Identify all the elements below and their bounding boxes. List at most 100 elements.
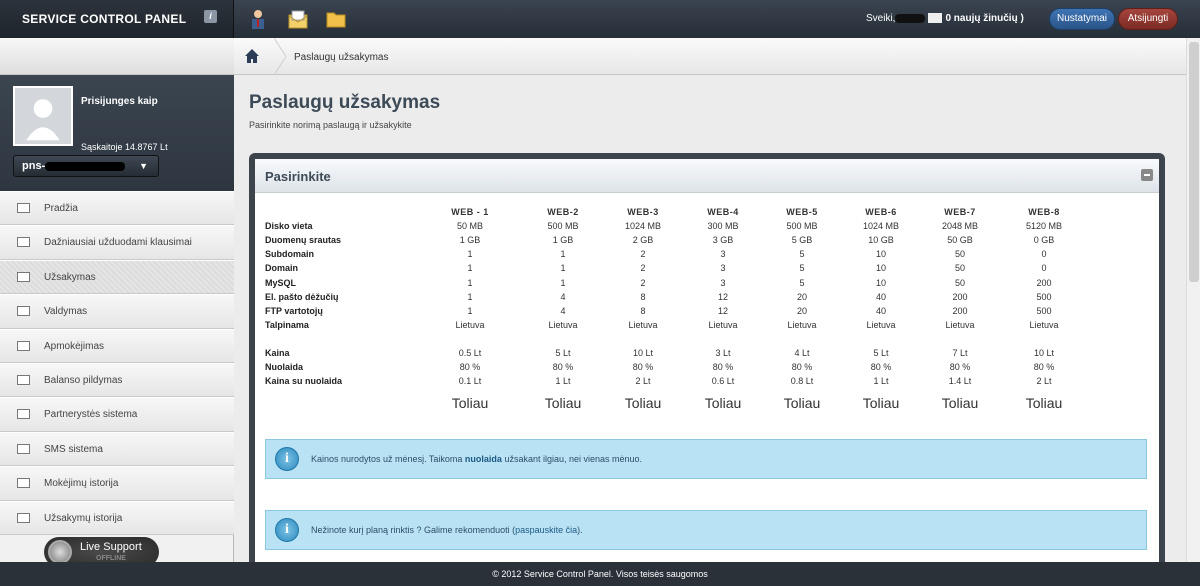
window-icon	[17, 512, 30, 523]
table-cell: 12	[717, 291, 728, 302]
table-cell: 4 Lt	[794, 347, 810, 358]
panel-title: Pasirinkite	[265, 169, 331, 184]
price-row: Kaina su nuolaida 0.1 Lt 1 Lt 2 Lt 0.6 L…	[265, 374, 1087, 388]
table-row: Talpinama Lietuva Lietuva Lietuva Lietuv…	[265, 318, 1087, 332]
table-cell: 10	[875, 277, 886, 288]
recommendation-link[interactable]: paspauskite čia	[515, 525, 577, 535]
table-cell: 8	[640, 305, 646, 316]
breadcrumb-current: Paslaugų užsakymas	[294, 52, 389, 63]
window-icon	[17, 443, 30, 454]
table-cell: 80 %	[459, 362, 481, 373]
table-cell: 10 Lt	[632, 347, 654, 358]
table-cell: 1 Lt	[873, 376, 889, 387]
nav-item-mokejimu-istorija[interactable]: Mokėjimų istorija	[0, 466, 234, 501]
table-cell: 5 Lt	[873, 347, 889, 358]
collapse-icon[interactable]	[1141, 169, 1153, 181]
nav-item-uzsakymas[interactable]: Užsakymas	[0, 259, 234, 295]
nav-item-valdymas[interactable]: Valdymas	[0, 294, 234, 329]
nav-item-sms-sistema[interactable]: SMS sistema	[0, 431, 234, 467]
table-cell: 1	[560, 277, 566, 288]
next-button-web-5[interactable]: Toliau	[761, 388, 843, 418]
next-button-web-8[interactable]: Toliau	[1001, 388, 1087, 418]
nav-item-apmokejimas[interactable]: Apmokėjimas	[0, 328, 234, 363]
table-cell: 2 Lt	[1036, 376, 1052, 387]
note-text-end: užsakant ilgiau, nei vienas mėnuo.	[501, 454, 643, 464]
table-cell: 10	[875, 249, 886, 260]
note-text-start: Nežinote kurį planą rinktis ? Galime rek…	[311, 525, 516, 535]
table-cell: 500 MB	[786, 221, 818, 232]
row-label: Talpinama	[265, 319, 309, 330]
redacted-username	[895, 13, 926, 23]
scrollbar-thumb[interactable]	[1189, 42, 1199, 282]
table-cell: 0 GB	[1033, 235, 1055, 246]
page-title: Paslaugų užsakymas	[249, 92, 441, 113]
column-header: WEB-8	[1028, 207, 1060, 218]
row-label: Subdomain	[265, 249, 314, 260]
mail-open-icon[interactable]	[287, 8, 309, 30]
nav-item-uzsakymu-istorija[interactable]: Užsakymų istorija	[0, 500, 234, 535]
panel-header: Pasirinkite	[255, 159, 1159, 193]
table-cell: 10	[875, 263, 886, 274]
table-row: El. pašto dėžučių 1 4 8 12 20 40 200 500	[265, 290, 1087, 304]
table-cell: 1	[467, 263, 473, 274]
breadcrumb-separator	[274, 38, 287, 75]
live-support-label: Live Support	[80, 541, 142, 553]
nav-menu: Pradžia Dažniausiai užduodami klausimai …	[0, 191, 234, 535]
table-cell: 4	[560, 305, 566, 316]
nav-item-pradzia[interactable]: Pradžia	[0, 191, 234, 226]
row-label: FTP vartotojų	[265, 305, 323, 316]
table-cell: 80 %	[1033, 362, 1055, 373]
sidebar: Prisijunges kaip Sąskaitoje 14.8767 Lt p…	[0, 38, 234, 568]
table-cell: 2048 MB	[941, 221, 979, 232]
table-cell: 1	[467, 305, 473, 316]
home-icon[interactable]	[244, 48, 260, 64]
table-cell: 1	[560, 263, 566, 274]
nav-item-duk[interactable]: Dažniausiai užduodami klausimai	[0, 225, 234, 260]
recommendation-note: i Nežinote kurį planą rinktis ? Galime r…	[265, 510, 1147, 550]
table-cell: 40	[875, 291, 886, 302]
table-cell: Lietuva	[945, 319, 975, 330]
logout-button[interactable]: Atsijungti	[1118, 8, 1178, 30]
window-icon	[17, 409, 30, 420]
next-button-web-6[interactable]: Toliau	[843, 388, 919, 418]
next-button-web-3[interactable]: Toliau	[601, 388, 685, 418]
table-cell: 5120 MB	[1025, 221, 1063, 232]
table-cell: 20	[796, 291, 807, 302]
table-cell: 5 Lt	[555, 347, 571, 358]
pricing-info-note: i Kainos nurodytos už mėnesį. Taikoma nu…	[265, 439, 1147, 479]
envelope-icon[interactable]	[928, 13, 943, 24]
table-cell: 3 Lt	[715, 347, 731, 358]
row-label: Kaina	[265, 347, 290, 358]
brand-title: SERVICE CONTROL PANEL	[22, 12, 187, 26]
scrollbar[interactable]	[1186, 38, 1200, 568]
info-icon[interactable]: i	[204, 10, 217, 23]
folder-icon[interactable]	[325, 8, 347, 30]
next-button-web-4[interactable]: Toliau	[685, 388, 761, 418]
account-select[interactable]: pns- ▼	[13, 155, 159, 177]
window-icon	[17, 203, 30, 213]
messages-link[interactable]: 0 naujų žinučių )	[945, 13, 1023, 24]
column-header: WEB-5	[786, 207, 818, 218]
table-cell: Lietuva	[455, 319, 485, 330]
nav-item-label: Užsakymas	[44, 271, 96, 283]
nav-item-partnerystes-sistema[interactable]: Partnerystės sistema	[0, 397, 234, 432]
user-icon[interactable]	[247, 8, 269, 30]
table-cell: 5	[799, 263, 805, 274]
next-button-web-1[interactable]: Toliau	[415, 388, 525, 418]
column-header: WEB - 1	[451, 207, 489, 218]
next-button-web-7[interactable]: Toliau	[919, 388, 1001, 418]
settings-button[interactable]: Nustatymai	[1049, 8, 1115, 30]
table-cell: 1	[560, 249, 566, 260]
table-cell: Lietuva	[1029, 319, 1059, 330]
table-cell: 500	[1036, 305, 1052, 316]
table-cell: 1 GB	[552, 235, 574, 246]
table-row: Subdomain 1 1 2 3 5 10 50 0	[265, 247, 1087, 261]
table-cell: 80 %	[632, 362, 654, 373]
next-button-web-2[interactable]: Toliau	[525, 388, 601, 418]
info-icon: i	[275, 447, 299, 471]
table-cell: 5 GB	[791, 235, 813, 246]
nav-item-balanso-pildymas[interactable]: Balanso pildymas	[0, 362, 234, 398]
price-row: Nuolaida 80 % 80 % 80 % 80 % 80 % 80 % 8…	[265, 360, 1087, 374]
next-row: Toliau Toliau Toliau Toliau Toliau Tolia…	[265, 388, 1087, 418]
table-cell: 300 MB	[707, 221, 739, 232]
